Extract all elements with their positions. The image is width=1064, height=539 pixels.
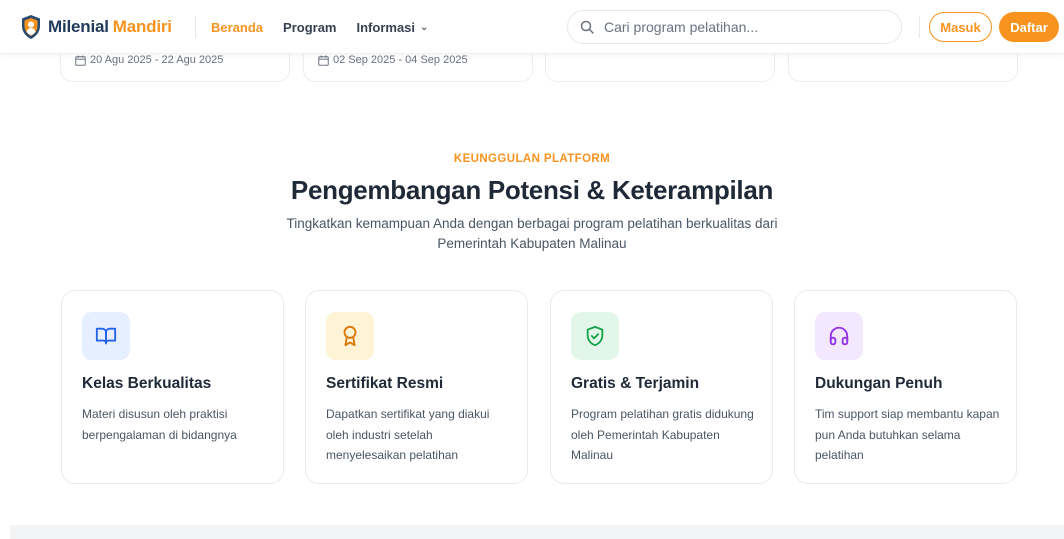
top-navbar: Milenial Mandiri Beranda Program Informas… — [0, 0, 1064, 54]
nav-informasi-label: Informasi — [356, 19, 416, 35]
calendar-icon — [75, 55, 86, 66]
login-button[interactable]: Masuk — [929, 12, 992, 42]
header-divider — [195, 16, 196, 38]
nav-program-label: Program — [283, 19, 337, 35]
feature-icon-box — [571, 312, 619, 360]
feature-card-kelas: Kelas Berkualitas Materi disusun oleh pr… — [61, 290, 284, 484]
feature-title: Gratis & Terjamin — [571, 375, 700, 392]
headphones-icon — [829, 326, 849, 346]
feature-title: Dukungan Penuh — [815, 375, 943, 392]
section-subtitle: Tingkatkan kemampuan Anda dengan berbaga… — [286, 216, 778, 251]
feature-icon-box — [815, 312, 863, 360]
shield-check-icon — [586, 325, 604, 347]
main-nav: Beranda Program Informasi ⌄ — [211, 0, 448, 54]
feature-card-gratis: Gratis & Terjamin Program pelatihan grat… — [550, 290, 773, 484]
feature-icon-box — [326, 312, 374, 360]
brand-logo[interactable]: Milenial Mandiri — [20, 14, 172, 40]
register-button[interactable]: Daftar — [999, 12, 1059, 42]
brand-name: Milenial Mandiri — [48, 17, 172, 37]
brand-name-part2: Mandiri — [112, 17, 172, 36]
date-range: 02 Sep 2025 - 04 Sep 2025 — [318, 54, 468, 66]
search-icon — [580, 20, 594, 34]
feature-card-dukungan: Dukungan Penuh Tim support siap membantu… — [794, 290, 1017, 484]
date-range-text: 20 Agu 2025 - 22 Agu 2025 — [90, 54, 224, 66]
feature-card-sertifikat: Sertifikat Resmi Dapatkan sertifikat yan… — [305, 290, 528, 484]
chevron-down-icon: ⌄ — [420, 21, 429, 33]
logo-shield-icon — [22, 15, 40, 39]
next-section-band — [10, 525, 1064, 539]
feature-title: Kelas Berkualitas — [82, 375, 212, 392]
section-eyebrow: KEUNGGULAN PLATFORM — [453, 153, 611, 165]
feature-description: Program pelatihan gratis didukung oleh P… — [571, 407, 754, 462]
book-open-icon — [95, 327, 117, 345]
nav-informasi[interactable]: Informasi ⌄ — [357, 20, 429, 35]
feature-description: Dapatkan sertifikat yang diakui oleh ind… — [326, 407, 490, 462]
section-title: Pengembangan Potensi & Keterampilan — [290, 175, 774, 205]
date-range: 20 Agu 2025 - 22 Agu 2025 — [75, 54, 223, 66]
feature-description: Tim support siap membantu kapan pun Anda… — [815, 407, 1000, 462]
brand-name-part1: Milenial — [48, 17, 109, 36]
header-divider-right — [919, 16, 920, 38]
feature-description: Materi disusun oleh praktisi berpengalam… — [82, 407, 237, 442]
feature-title: Sertifikat Resmi — [326, 375, 444, 392]
calendar-icon — [318, 55, 329, 66]
feature-icon-box — [82, 312, 130, 360]
nav-beranda-label: Beranda — [211, 19, 264, 35]
nav-beranda[interactable]: Beranda — [211, 20, 263, 35]
search-input[interactable] — [604, 19, 884, 35]
search-bar[interactable] — [567, 10, 902, 44]
award-icon — [343, 325, 357, 347]
nav-program[interactable]: Program — [283, 20, 336, 35]
date-range-text: 02 Sep 2025 - 04 Sep 2025 — [333, 54, 468, 66]
